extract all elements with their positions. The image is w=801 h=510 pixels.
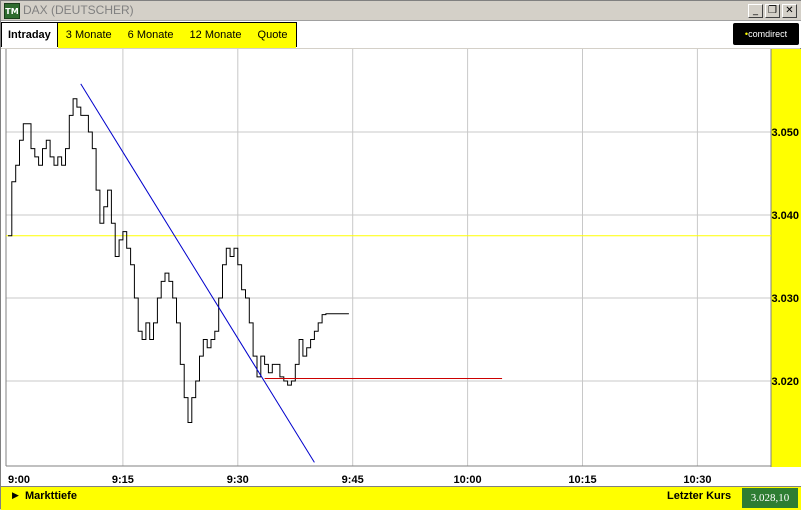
app-icon: TM bbox=[4, 3, 20, 19]
close-button[interactable]: ✕ bbox=[782, 4, 797, 18]
tab-intraday[interactable]: Intraday bbox=[1, 22, 58, 47]
toolbar: Intraday 3 Monate 6 Monate 12 Monate Quo… bbox=[1, 21, 801, 48]
tab-quote[interactable]: Quote bbox=[249, 23, 296, 48]
tab-3-monate[interactable]: 3 Monate bbox=[57, 23, 120, 48]
y-tick-label: 3.040 bbox=[771, 210, 799, 222]
comdirect-logo[interactable]: •comdirect bbox=[733, 23, 799, 45]
time-axis-labels: 9:00 9:15 9:30 9:45 10:00 10:15 10:30 bbox=[8, 474, 711, 486]
chart-marks bbox=[6, 83, 771, 463]
title-bar[interactable]: TM DAX (DEUTSCHER) _ ❐ ✕ bbox=[1, 1, 801, 21]
status-bar: ▶ Markttiefe Letzter Kurs 3.028,10 bbox=[1, 486, 801, 510]
intraday-chart[interactable]: 3.020 3.030 3.040 3.050 9:00 9:15 9:30 9:45 10:… bbox=[1, 49, 801, 486]
letzter-kurs-value: 3.028,10 bbox=[742, 488, 798, 508]
restore-button[interactable]: ❐ bbox=[765, 4, 780, 18]
price-axis-panel bbox=[771, 49, 801, 467]
x-tick-label: 10:15 bbox=[568, 474, 596, 486]
y-tick-label: 3.020 bbox=[771, 376, 799, 388]
markttiefe-link[interactable]: Markttiefe bbox=[25, 490, 77, 502]
tab-bar: Intraday 3 Monate 6 Monate 12 Monate Quo… bbox=[1, 22, 297, 48]
window-title: DAX (DEUTSCHER) bbox=[23, 3, 134, 17]
price-series-line bbox=[8, 98, 349, 423]
x-tick-label: 9:00 bbox=[8, 474, 30, 486]
x-tick-label: 9:15 bbox=[112, 474, 134, 486]
tab-group: 3 Monate 6 Monate 12 Monate Quote bbox=[57, 22, 297, 48]
x-tick-label: 9:30 bbox=[227, 474, 249, 486]
trend-line bbox=[80, 83, 315, 463]
x-tick-label: 9:45 bbox=[342, 474, 364, 486]
letzter-kurs-label: Letzter Kurs bbox=[667, 490, 732, 502]
y-tick-label: 3.050 bbox=[771, 127, 799, 139]
x-tick-label: 10:00 bbox=[454, 474, 482, 486]
y-tick-label: 3.030 bbox=[771, 293, 799, 305]
logo-text: comdirect bbox=[748, 29, 788, 39]
application-window: TM DAX (DEUTSCHER) _ ❐ ✕ Intraday 3 Mona… bbox=[0, 0, 801, 510]
chart-grid bbox=[6, 49, 771, 466]
chart-svg: 3.020 3.030 3.040 3.050 9:00 9:15 9:30 9:45 10:… bbox=[5, 49, 801, 486]
tab-12-monate[interactable]: 12 Monate bbox=[181, 23, 250, 48]
minimize-button[interactable]: _ bbox=[748, 4, 763, 18]
tab-6-monate[interactable]: 6 Monate bbox=[119, 23, 182, 48]
x-tick-label: 10:30 bbox=[683, 474, 711, 486]
expand-arrow-icon[interactable]: ▶ bbox=[12, 491, 19, 501]
